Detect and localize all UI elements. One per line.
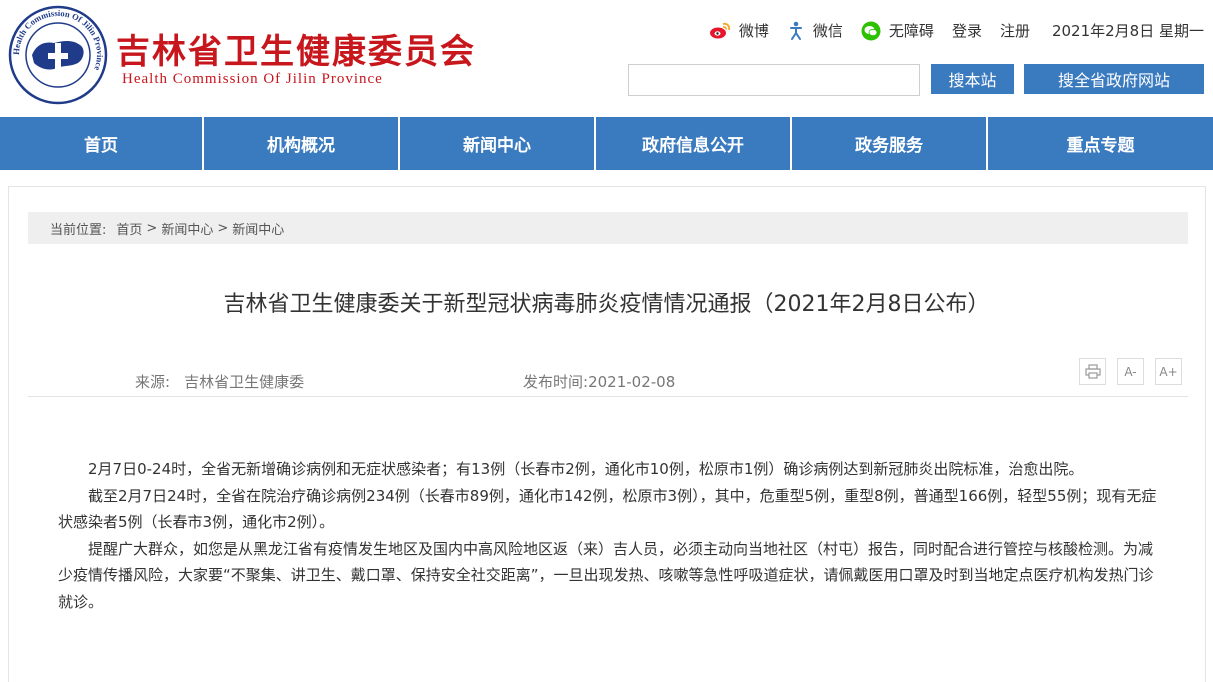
breadcrumb-home[interactable]: 首页 — [116, 219, 142, 238]
breadcrumb-label: 当前位置: — [50, 222, 107, 238]
wechat-service-link[interactable]: 微信 — [787, 20, 843, 41]
search-site-button[interactable]: 搜本站 — [931, 64, 1014, 94]
site-logo[interactable]: Health Commission Of Jilin Province — [8, 5, 108, 105]
article-paragraph: 截至2月7日24时，全省在院治疗确诊病例234例（长春市89例，通化市142例，… — [58, 486, 1157, 532]
meta-divider — [28, 396, 1188, 397]
article-date: 发布时间:2021-02-08 — [523, 371, 675, 392]
register-link[interactable]: 注册 — [1000, 20, 1030, 41]
accessibility-person-icon — [789, 21, 802, 40]
nav-item-services[interactable]: 政务服务 — [792, 117, 988, 170]
accessibility-link[interactable]: 无障碍 — [861, 20, 934, 41]
article-body: 2月7日0-24时，全省无新增确诊病例和无症状感染者；有13例（长春市2例，通化… — [58, 456, 1158, 615]
source-value: 吉林省卫生健康委 — [184, 373, 305, 391]
article-title: 吉林省卫生健康委关于新型冠状病毒肺炎疫情情况通报（2021年2月8日公布） — [223, 292, 990, 317]
search-input[interactable] — [628, 64, 920, 96]
article-paragraph: 2月7日0-24时，全省无新增确诊病例和无症状感染者；有13例（长春市2例，通化… — [88, 460, 1084, 478]
nav-item-gov-info[interactable]: 政府信息公开 — [596, 117, 792, 170]
accessibility-label: 无障碍 — [888, 22, 934, 40]
breadcrumb-separator: > — [146, 220, 158, 236]
print-button[interactable] — [1079, 358, 1106, 385]
current-date: 2021年2月8日 星期一 — [1051, 22, 1204, 40]
breadcrumb-separator: > — [217, 220, 229, 236]
nav-item-news[interactable]: 新闻中心 — [400, 117, 596, 170]
wechat-label: 微信 — [812, 22, 843, 40]
weibo-link[interactable]: 微博 — [709, 20, 769, 41]
nav-item-topics[interactable]: 重点专题 — [988, 117, 1213, 170]
breadcrumb-news-current[interactable]: 新闻中心 — [232, 219, 284, 238]
article-paragraph: 提醒广大群众，如您是从黑龙江省有疫情发生地区及国内中高风险地区返（来）吉人员，必… — [58, 539, 1154, 611]
site-title: 吉林省卫生健康委员会 — [116, 32, 476, 72]
weibo-icon — [709, 22, 730, 38]
weibo-label: 微博 — [738, 22, 769, 40]
font-increase-button[interactable]: A+ — [1155, 358, 1182, 385]
search-province-gov-button[interactable]: 搜全省政府网站 — [1024, 64, 1204, 94]
nav-item-home[interactable]: 首页 — [0, 117, 204, 170]
printer-icon — [1084, 364, 1101, 379]
source-label: 来源: — [135, 373, 171, 391]
wechat-icon — [861, 21, 881, 40]
nav-item-about[interactable]: 机构概况 — [204, 117, 400, 170]
font-decrease-button[interactable]: A- — [1117, 358, 1144, 385]
main-nav: 首页 机构概况 新闻中心 政府信息公开 政务服务 重点专题 — [0, 117, 1213, 170]
top-links: 微博 微信 无障碍 登录 注册 2021年2月8日 星期一 — [691, 20, 1204, 41]
date-label: 发布时间: — [523, 373, 589, 391]
breadcrumb-news[interactable]: 新闻中心 — [161, 219, 213, 238]
site-header: Health Commission Of Jilin Province 吉林省卫… — [0, 0, 1213, 117]
date-value: 2021-02-08 — [588, 373, 676, 391]
site-subtitle: Health Commission Of Jilin Province — [122, 71, 383, 87]
breadcrumb: 当前位置: 首页 > 新闻中心 > 新闻中心 — [28, 212, 1188, 244]
article-source: 来源: 吉林省卫生健康委 — [135, 371, 304, 392]
login-link[interactable]: 登录 — [952, 20, 982, 41]
